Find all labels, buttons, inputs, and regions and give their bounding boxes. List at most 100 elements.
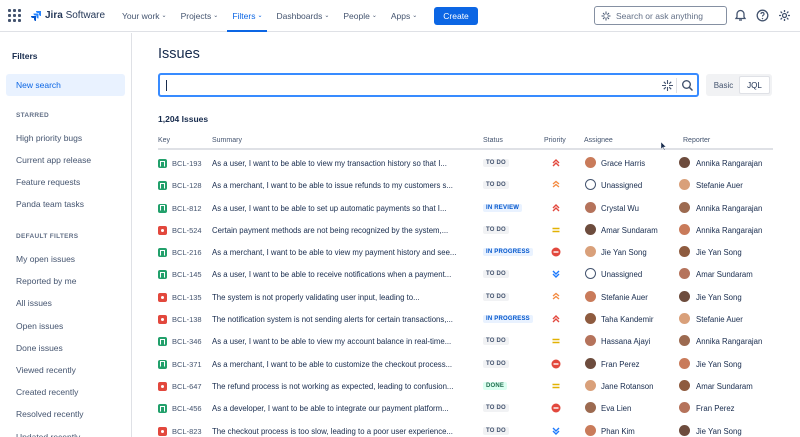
status-badge[interactable]: TO DO: [483, 225, 509, 234]
avatar[interactable]: [585, 357, 596, 369]
status-badge[interactable]: TO DO: [483, 292, 509, 301]
issue-summary[interactable]: As a developer, I want to be able to int…: [212, 404, 468, 413]
column-header-status[interactable]: Status: [483, 137, 503, 144]
sidebar-item-starred[interactable]: Current app release: [16, 155, 91, 165]
issue-key[interactable]: BCL-371: [172, 360, 202, 369]
table-row[interactable]: BCL-128 As a merchant, I want to be able …: [158, 176, 773, 198]
global-search-input[interactable]: Search or ask anything: [594, 6, 727, 25]
sidebar-item-default-filter[interactable]: Updated recently: [16, 432, 80, 437]
status-badge[interactable]: DONE: [483, 381, 508, 390]
avatar[interactable]: [585, 402, 596, 414]
status-badge[interactable]: TO DO: [483, 426, 509, 435]
avatar[interactable]: [679, 246, 690, 258]
issue-key[interactable]: BCL-812: [172, 204, 202, 213]
avatar[interactable]: [679, 335, 690, 347]
table-row[interactable]: BCL-135 The system is not properly valida…: [158, 288, 773, 310]
avatar[interactable]: [585, 290, 596, 302]
issue-summary[interactable]: As a merchant, I want to be able to cust…: [212, 360, 468, 369]
table-row[interactable]: BCL-823 The checkout process is too slow,…: [158, 422, 773, 437]
avatar[interactable]: [585, 223, 596, 235]
issue-key[interactable]: BCL-456: [172, 404, 202, 413]
issue-key[interactable]: BCL-647: [172, 382, 202, 391]
avatar[interactable]: [585, 313, 596, 325]
table-row[interactable]: BCL-138 The notification system is not se…: [158, 310, 773, 332]
sidebar-item-new-search[interactable]: New search: [6, 74, 125, 96]
avatar[interactable]: [679, 313, 690, 325]
assignee-name[interactable]: Amar Sundaram: [601, 226, 658, 235]
sidebar-item-default-filter[interactable]: Resolved recently: [16, 409, 84, 419]
avatar[interactable]: [679, 157, 690, 168]
nav-item-people[interactable]: People ⌄: [336, 0, 384, 32]
column-header-priority[interactable]: Priority: [544, 137, 566, 144]
reporter-name[interactable]: Amar Sundaram: [696, 270, 753, 279]
issue-key[interactable]: BCL-138: [172, 315, 202, 324]
basic-mode-button[interactable]: Basic: [708, 76, 739, 94]
sidebar-item-default-filter[interactable]: My open issues: [16, 254, 75, 264]
issue-key[interactable]: BCL-135: [172, 293, 202, 302]
issue-summary[interactable]: As a user, I want to be able to view my …: [212, 159, 468, 168]
issue-summary[interactable]: The system is not properly validating us…: [212, 293, 468, 302]
reporter-name[interactable]: Annika Rangarajan: [696, 337, 762, 346]
jql-mode-button[interactable]: JQL: [739, 76, 770, 94]
assignee-name[interactable]: Jane Rotanson: [601, 382, 653, 391]
issue-summary[interactable]: As a user, I want to be able to view my …: [212, 337, 468, 346]
assignee-name[interactable]: Crystal Wu: [601, 204, 639, 213]
avatar[interactable]: [679, 201, 690, 213]
table-row[interactable]: BCL-346 As a user, I want to be able to v…: [158, 332, 773, 354]
assignee-name[interactable]: Phan Kim: [601, 427, 635, 436]
ai-sparkle-icon[interactable]: [661, 79, 674, 92]
table-row[interactable]: BCL-456 As a developer, I want to be able…: [158, 399, 773, 421]
reporter-name[interactable]: Fran Perez: [696, 404, 735, 413]
assignee-name[interactable]: Unassigned: [601, 270, 642, 279]
avatar[interactable]: [585, 335, 596, 347]
issue-key[interactable]: BCL-216: [172, 248, 202, 257]
assignee-name[interactable]: Stefanie Auer: [601, 293, 648, 302]
reporter-name[interactable]: Jie Yan Song: [696, 360, 742, 369]
status-badge[interactable]: TO DO: [483, 404, 509, 413]
avatar[interactable]: [679, 424, 690, 436]
assignee-name[interactable]: Unassigned: [601, 181, 642, 190]
jql-query-input[interactable]: [158, 73, 699, 97]
settings-gear-icon[interactable]: [778, 9, 791, 22]
table-row[interactable]: BCL-145 As a user, I want to be able to r…: [158, 265, 773, 287]
search-icon[interactable]: [681, 79, 694, 92]
status-badge[interactable]: TO DO: [483, 159, 509, 167]
table-row[interactable]: BCL-647 The refund process is not working…: [158, 377, 773, 399]
issue-summary[interactable]: As a merchant, I want to be able to view…: [212, 248, 468, 257]
reporter-name[interactable]: Annika Rangarajan: [696, 204, 762, 213]
help-icon[interactable]: [756, 9, 769, 22]
nav-item-your-work[interactable]: Your work ⌄: [115, 0, 174, 32]
reporter-name[interactable]: Jie Yan Song: [696, 427, 742, 436]
app-switcher-icon[interactable]: [8, 8, 22, 23]
issue-key[interactable]: BCL-128: [172, 181, 202, 190]
avatar[interactable]: [679, 379, 690, 391]
avatar[interactable]: [679, 402, 690, 414]
avatar[interactable]: [585, 201, 596, 213]
issue-summary[interactable]: As a merchant, I want to be able to issu…: [212, 181, 468, 190]
issue-key[interactable]: BCL-145: [172, 270, 202, 279]
column-header-reporter[interactable]: Reporter: [683, 137, 710, 144]
avatar[interactable]: [585, 246, 596, 258]
reporter-name[interactable]: Amar Sundaram: [696, 382, 753, 391]
column-header-key[interactable]: Key: [158, 137, 170, 144]
avatar[interactable]: [585, 157, 596, 168]
issue-summary[interactable]: As a user, I want to be able to set up a…: [212, 204, 468, 213]
issue-summary[interactable]: As a user, I want to be able to receive …: [212, 270, 468, 279]
status-badge[interactable]: IN PROGRESS: [483, 248, 533, 257]
nav-item-filters[interactable]: Filters ⌄: [225, 0, 269, 32]
issue-key[interactable]: BCL-524: [172, 226, 202, 235]
issue-summary[interactable]: Certain payment methods are not being re…: [212, 226, 468, 235]
unassigned-avatar-icon[interactable]: [585, 179, 596, 191]
reporter-name[interactable]: Stefanie Auer: [696, 315, 743, 324]
status-badge[interactable]: IN REVIEW: [483, 203, 523, 212]
issue-key[interactable]: BCL-823: [172, 427, 202, 436]
nav-item-projects[interactable]: Projects ⌄: [174, 0, 226, 32]
sidebar-item-default-filter[interactable]: Done issues: [16, 343, 63, 353]
issue-summary[interactable]: The notification system is not sending a…: [212, 315, 468, 324]
notification-bell-icon[interactable]: [734, 9, 747, 22]
table-row[interactable]: BCL-216 As a merchant, I want to be able …: [158, 243, 773, 265]
sidebar-item-default-filter[interactable]: Reported by me: [16, 276, 76, 286]
avatar[interactable]: [679, 223, 690, 235]
avatar[interactable]: [679, 290, 690, 302]
sidebar-item-default-filter[interactable]: Open issues: [16, 321, 63, 331]
